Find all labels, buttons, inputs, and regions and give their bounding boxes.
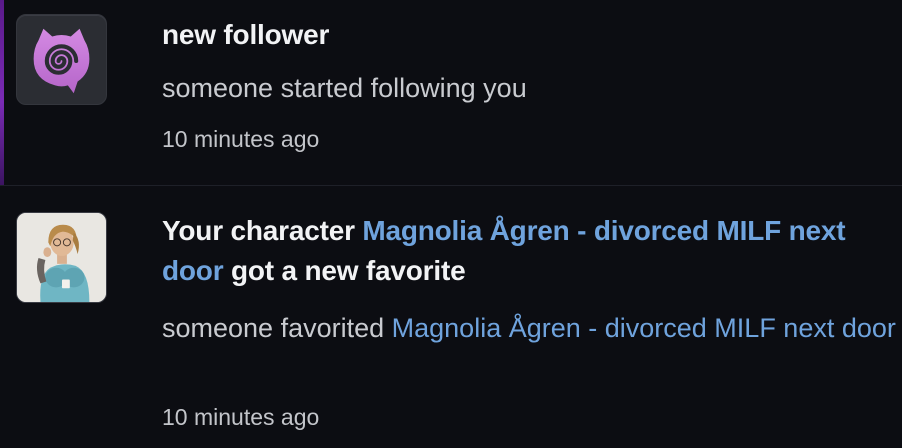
- notification-title: Your character Magnolia Ågren - divorced…: [162, 211, 896, 291]
- notification-item[interactable]: new follower someone started following y…: [0, 0, 902, 185]
- notification-item[interactable]: Your character Magnolia Ågren - divorced…: [0, 186, 902, 448]
- notifications-list: new follower someone started following y…: [0, 0, 902, 448]
- spiral-cat-icon[interactable]: [16, 14, 107, 105]
- notification-description: someone started following you: [162, 73, 527, 103]
- notification-title: new follower: [162, 19, 330, 50]
- notification-timestamp: 10 minutes ago: [162, 126, 320, 152]
- description-text: someone favorited: [162, 313, 392, 343]
- character-avatar[interactable]: [16, 212, 107, 303]
- title-text: got a new favorite: [223, 255, 466, 286]
- title-text: Your character: [162, 215, 363, 246]
- character-link[interactable]: Magnolia Ågren - divorced MILF next door: [392, 313, 896, 343]
- notification-timestamp: 10 minutes ago: [162, 404, 320, 430]
- notification-description: someone favorited Magnolia Ågren - divor…: [162, 308, 896, 348]
